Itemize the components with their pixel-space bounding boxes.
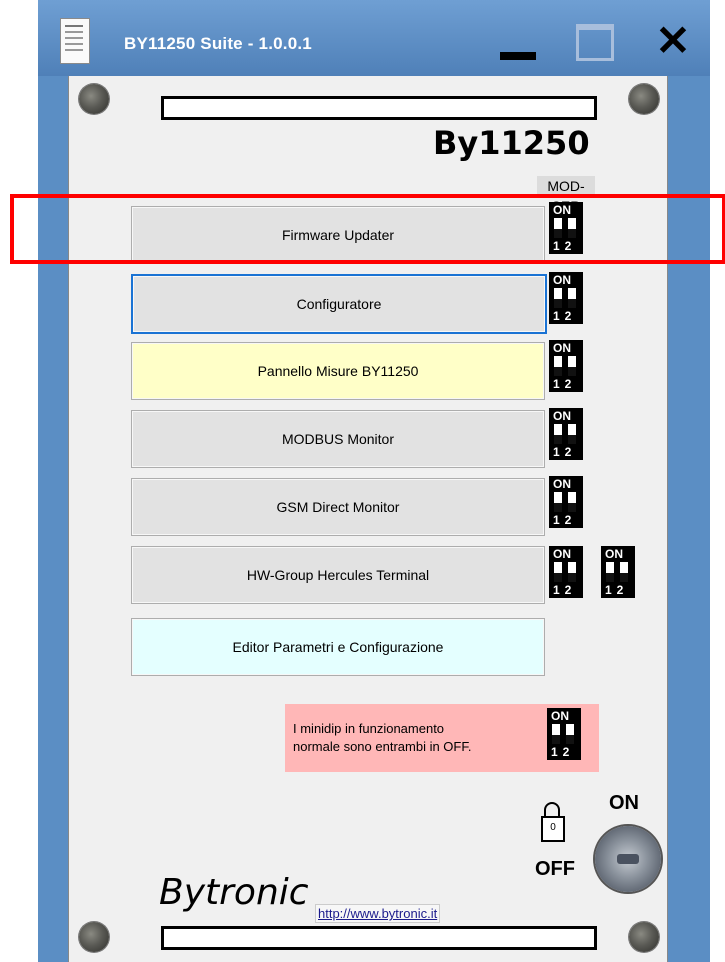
dip-switch-icon: ON 12: [549, 546, 583, 598]
off-label: OFF: [535, 858, 575, 880]
dip-numbers: 12: [551, 745, 575, 759]
screw-top-right-icon: [629, 84, 659, 114]
dip-on-label: ON: [553, 273, 571, 287]
dip-numbers: 12: [553, 583, 577, 597]
gsm-direct-monitor-button[interactable]: GSM Direct Monitor: [131, 478, 545, 536]
dip-on-label: ON: [553, 341, 571, 355]
padlock-glyph: 0: [541, 816, 565, 842]
dip-numbers: 12: [553, 309, 577, 323]
model-title: By11250: [433, 124, 590, 162]
app-window: BY11250 Suite - 1.0.0.1 ✕ By11250 MOD-SE…: [38, 0, 710, 962]
minimize-icon[interactable]: [498, 26, 538, 62]
website-link[interactable]: http://www.bytronic.it: [315, 904, 441, 923]
maximize-icon[interactable]: [574, 22, 614, 61]
configuratore-button[interactable]: Configuratore: [131, 274, 547, 334]
screw-bottom-right-icon: [629, 922, 659, 952]
hercules-terminal-button[interactable]: HW-Group Hercules Terminal: [131, 546, 545, 604]
close-icon[interactable]: ✕: [650, 18, 696, 64]
padlock-icon: 0: [541, 802, 565, 844]
key-switch-icon[interactable]: [595, 826, 661, 892]
dip-switch-icon: ON 12: [547, 708, 581, 760]
brand-logo: Bytronic: [159, 872, 309, 913]
dip-on-label: ON: [551, 709, 569, 723]
editor-parametri-button[interactable]: Editor Parametri e Configurazione: [131, 618, 545, 676]
dip-on-label: ON: [553, 477, 571, 491]
title-bar[interactable]: BY11250 Suite - 1.0.0.1 ✕: [38, 0, 710, 76]
screw-top-left-icon: [79, 84, 109, 114]
dip-switch-icon: ON 12: [601, 546, 635, 598]
dip-numbers: 12: [553, 513, 577, 527]
top-display-slot: [161, 96, 597, 120]
highlight-box: [10, 194, 725, 264]
dip-switch-icon: ON 12: [549, 272, 583, 324]
modbus-monitor-button[interactable]: MODBUS Monitor: [131, 410, 545, 468]
dip-on-label: ON: [553, 547, 571, 561]
dip-switch-icon: ON 12: [549, 340, 583, 392]
dip-on-label: ON: [553, 409, 571, 423]
app-icon: [60, 18, 90, 64]
dip-numbers: 12: [605, 583, 629, 597]
dip-switch-icon: ON 12: [549, 408, 583, 460]
dip-on-label: ON: [605, 547, 623, 561]
dip-note-text: I minidip in funzionamento normale sono …: [293, 721, 472, 754]
dip-switch-icon: ON 12: [549, 476, 583, 528]
on-label: ON: [609, 792, 639, 814]
bottom-display-slot: [161, 926, 597, 950]
dip-numbers: 12: [553, 445, 577, 459]
screw-bottom-left-icon: [79, 922, 109, 952]
modser-label: MOD-SER: [537, 176, 595, 214]
dip-numbers: 12: [553, 377, 577, 391]
window-title: BY11250 Suite - 1.0.0.1: [124, 34, 312, 53]
pannello-misure-button[interactable]: Pannello Misure BY11250: [131, 342, 545, 400]
